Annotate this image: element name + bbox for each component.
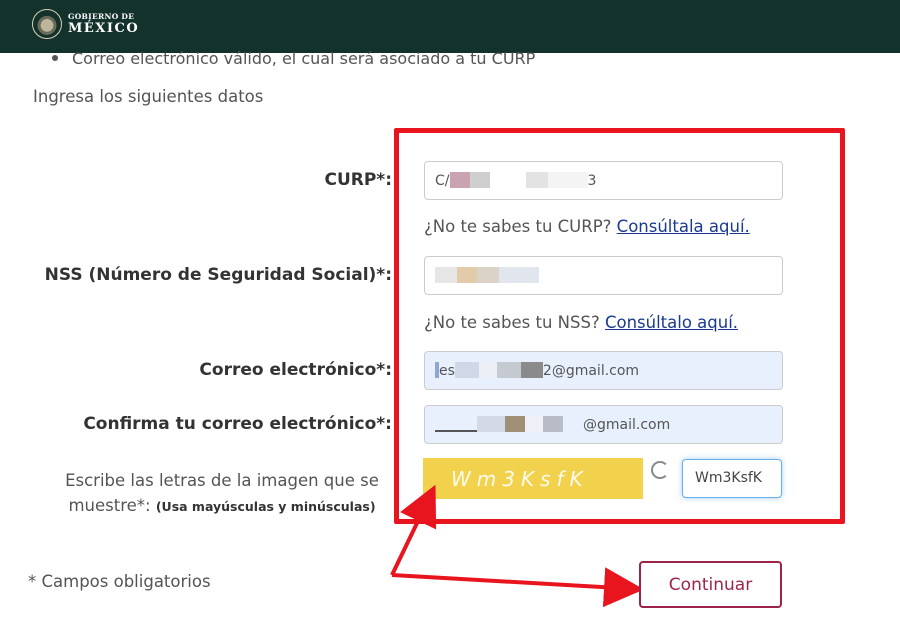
continue-button[interactable]: Continuar: [639, 561, 782, 608]
captcha-label-line2: muestre*: (Usa mayúsculas y minúsculas): [52, 493, 392, 519]
captcha-case-note: (Usa mayúsculas y minúsculas): [155, 499, 376, 514]
logo-line2: MÉXICO: [68, 21, 140, 37]
requirement-text: Correo electrónico válido, el cual será …: [72, 49, 536, 68]
highlight-box: [394, 128, 845, 524]
intro-text: Ingresa los siguientes datos: [33, 87, 264, 106]
gobierno-logo[interactable]: GOBIERNO DE MÉXICO: [32, 9, 139, 39]
arrow-to-continue: [391, 567, 644, 608]
logo-line1: GOBIERNO DE: [68, 11, 135, 21]
email-label: Correo electrónico*:: [199, 360, 392, 380]
seal-icon: [32, 9, 62, 39]
bullet-icon: [52, 55, 58, 61]
captcha-label-text: muestre*:: [68, 496, 156, 515]
logo-text: GOBIERNO DE MÉXICO: [68, 13, 139, 36]
nss-label: NSS (Número de Seguridad Social)*:: [44, 265, 392, 285]
site-header: GOBIERNO DE MÉXICO: [0, 0, 900, 53]
required-fields-note: * Campos obligatorios: [28, 572, 211, 591]
email-confirm-label: Confirma tu correo electrónico*:: [83, 414, 392, 434]
requirement-item: Correo electrónico válido, el cual será …: [52, 49, 535, 68]
captcha-label-line1: Escribe las letras de la imagen que se: [65, 471, 379, 490]
curp-label: CURP*:: [324, 170, 392, 190]
captcha-label: Escribe las letras de la imagen que se m…: [52, 468, 392, 519]
